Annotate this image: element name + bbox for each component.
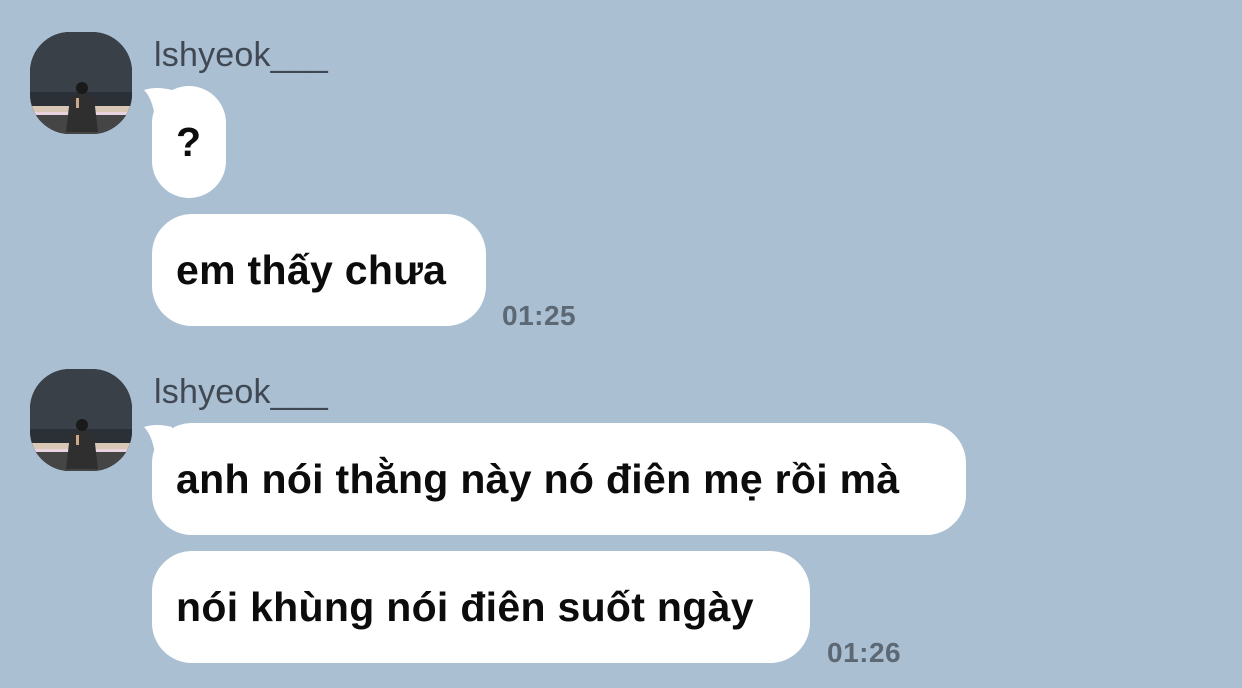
message-bubble[interactable]: em thấy chưa	[152, 214, 486, 326]
avatar-photo-icon	[30, 369, 132, 471]
message-text: nói khùng nói điên suốt ngày	[176, 583, 754, 630]
sender-avatar[interactable]	[30, 369, 132, 471]
message-bubble[interactable]: ?	[152, 86, 226, 198]
sender-avatar[interactable]	[30, 32, 132, 134]
message-timestamp: 01:25	[502, 300, 577, 331]
message-text: anh nói thằng này nó điên mẹ rồi mà	[176, 455, 900, 502]
message-text: em thấy chưa	[176, 246, 447, 293]
sender-name: lshyeok___	[154, 36, 329, 74]
message-bubble[interactable]: nói khùng nói điên suốt ngày	[152, 551, 810, 663]
sender-name: lshyeok___	[154, 373, 329, 411]
message-bubble[interactable]: anh nói thằng này nó điên mẹ rồi mà	[152, 423, 966, 535]
message-timestamp: 01:26	[827, 637, 902, 668]
avatar-photo-icon	[30, 32, 132, 134]
message-text: ?	[176, 118, 202, 165]
